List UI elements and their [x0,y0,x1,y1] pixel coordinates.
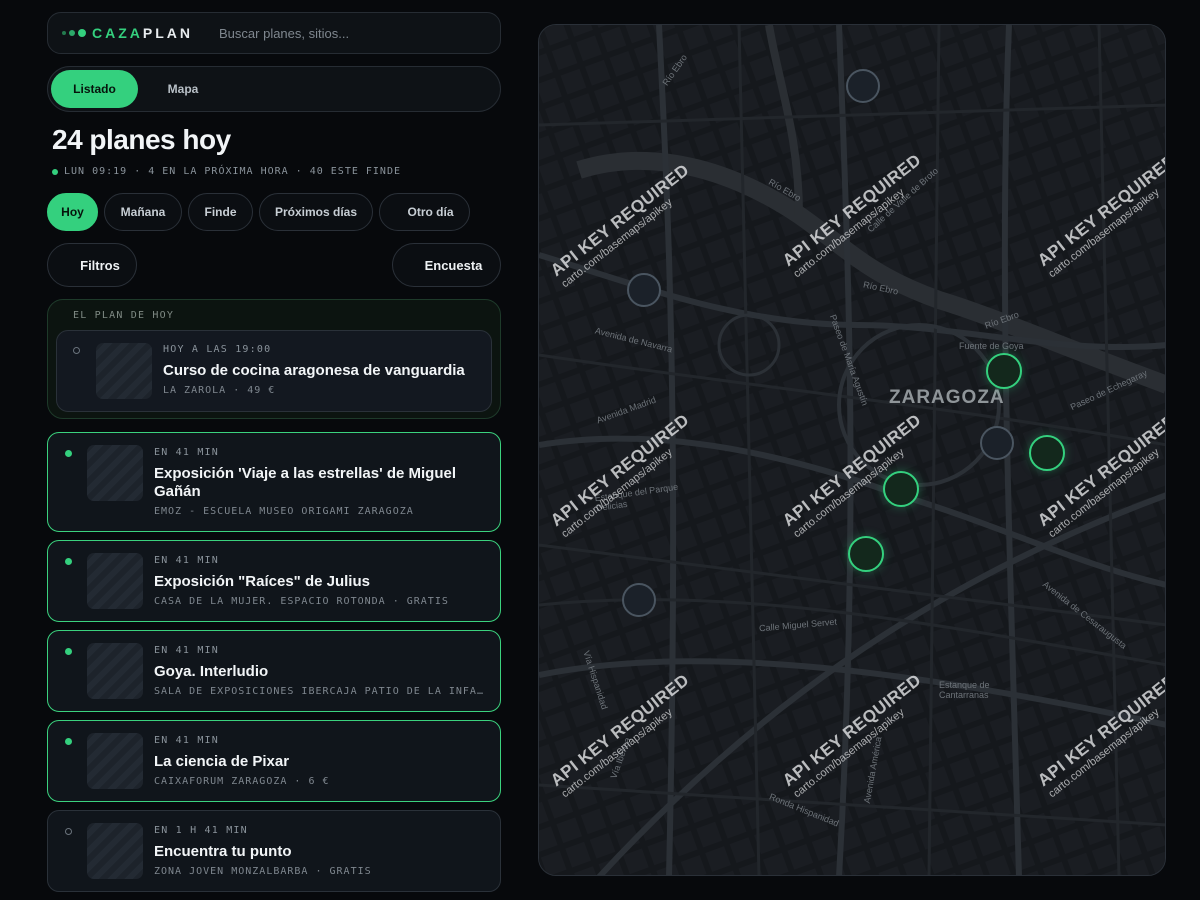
event-thumbnail [87,553,143,609]
plan-of-day-section: EL PLAN DE HOY HOY A LAS 19:00 Curso de … [47,299,501,419]
summary-meta: LUN 09:19 · 4 EN LA PRÓXIMA HORA · 40 ES… [52,166,401,177]
plan-of-day-card[interactable]: HOY A LAS 19:00 Curso de cocina aragones… [56,330,492,412]
event-thumbnail [96,343,152,399]
map-marker-active[interactable] [883,471,919,507]
live-indicator-icon [52,168,58,175]
event-time: EN 1 H 41 MIN [154,825,248,836]
status-dot-icon [65,738,72,745]
search-bar: CAZAPLAN [47,12,501,54]
survey-button[interactable]: Encuesta [392,243,501,287]
event-time: EN 41 MIN [154,555,219,566]
event-thumbnail [87,823,143,879]
status-dot-icon [65,450,72,457]
event-title: Encuentra tu punto [154,843,292,860]
list-item[interactable]: EN 41 MIN La ciencia de Pixar CAIXAFORUM… [47,720,501,802]
event-title: La ciencia de Pixar [154,753,290,770]
event-venue: LA ZAROLA · 49 € [163,385,276,396]
day-filter-otro-dia[interactable]: Otro día [379,193,470,231]
logo-dots-icon [62,29,86,37]
status-dot-icon [65,648,72,655]
status-dot-icon [65,558,72,565]
list-item[interactable]: EN 41 MIN Goya. Interludio SALA DE EXPOS… [47,630,501,712]
tab-listado[interactable]: Listado [51,70,138,108]
map-marker[interactable] [980,426,1014,460]
event-thumbnail [87,643,143,699]
status-dot-icon [65,828,72,835]
brand-logo[interactable]: CAZAPLAN [92,25,193,41]
event-venue: CAIXAFORUM ZARAGOZA · 6 € [154,776,330,787]
event-venue: EMOZ - ESCUELA MUSEO ORIGAMI ZARAGOZA [154,506,414,517]
map-marker[interactable] [627,273,661,307]
tab-mapa[interactable]: Mapa [148,70,218,108]
map-landmark: Estanque de Cantarranas [939,680,990,700]
street-label: Fuente de Goya [959,341,1024,351]
event-venue: CASA DE LA MUJER. ESPACIO ROTONDA · GRAT… [154,596,449,607]
map-view[interactable]: Río Ebro Río Ebro Río Ebro Río Ebro Aven… [538,24,1166,876]
day-filter-manana[interactable]: Mañana [104,193,182,231]
event-title: Curso de cocina aragonesa de vanguardia [163,362,465,379]
brand-part-1: CAZA [92,25,143,41]
summary-meta-text: LUN 09:19 · 4 EN LA PRÓXIMA HORA · 40 ES… [64,166,401,177]
list-item[interactable]: EN 41 MIN Exposición "Raíces" de Julius … [47,540,501,622]
map-marker-active[interactable] [1029,435,1065,471]
plan-of-day-label: EL PLAN DE HOY [73,310,175,321]
map-marker-active[interactable] [986,353,1022,389]
event-title: Exposición "Raíces" de Julius [154,573,370,590]
list-item[interactable]: EN 1 H 41 MIN Encuentra tu punto ZONA JO… [47,810,501,892]
event-venue: ZONA JOVEN MONZALBARBA · GRATIS [154,866,372,877]
event-time: EN 41 MIN [154,735,219,746]
event-thumbnail [87,733,143,789]
page-title: 24 planes hoy [52,124,231,155]
day-filter-proximos-dias[interactable]: Próximos días [259,193,373,231]
event-venue: SALA DE EXPOSICIONES IBERCAJA PATIO DE L… [154,686,488,697]
map-marker-active[interactable] [848,536,884,572]
filters-button[interactable]: Filtros [47,243,137,287]
event-time: EN 41 MIN [154,447,219,458]
event-title: Exposición 'Viaje a las estrellas' de Mi… [154,465,456,500]
brand-part-2: PLAN [142,25,194,41]
event-time: HOY A LAS 19:00 [163,344,272,355]
map-marker[interactable] [846,69,880,103]
event-time: EN 41 MIN [154,645,219,656]
day-filter-finde[interactable]: Finde [188,193,253,231]
event-thumbnail [87,445,143,501]
list-item[interactable]: EN 41 MIN Exposición 'Viaje a las estrel… [47,432,501,532]
map-city-label: ZARAGOZA [889,387,1005,408]
view-toggle: Listado Mapa [47,66,501,112]
day-filter-hoy[interactable]: Hoy [47,193,98,231]
status-dot-icon [73,347,80,354]
search-input[interactable] [219,25,480,41]
map-marker[interactable] [622,583,656,617]
event-title: Goya. Interludio [154,663,269,680]
